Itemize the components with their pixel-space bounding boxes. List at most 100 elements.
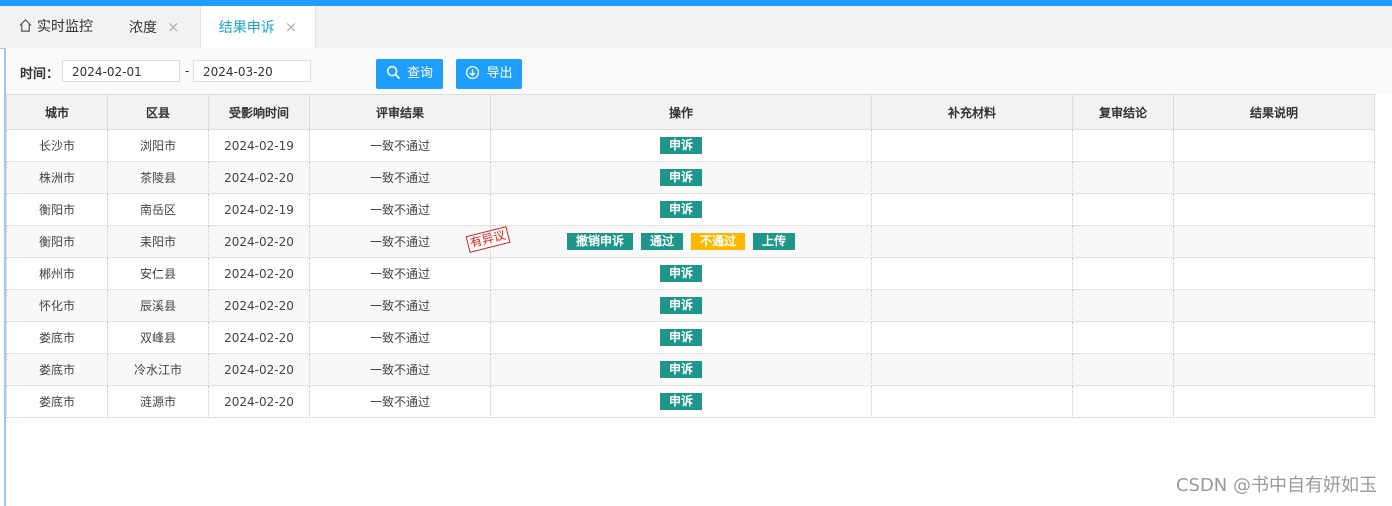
appeal-button[interactable]: 申诉	[659, 169, 702, 186]
column-header-affected-time[interactable]: 受影响时间	[208, 94, 310, 130]
close-icon[interactable]: ×	[167, 18, 180, 36]
city-cell: 衡阳市	[6, 225, 108, 258]
county-cell: 安仁县	[107, 257, 209, 290]
table-row: 娄底市 涟源市 2024-02-20 一致不通过 申诉	[6, 385, 1375, 418]
date-cell: 2024-02-20	[208, 257, 310, 290]
supplementary-cell	[871, 225, 1073, 258]
supplementary-cell	[871, 385, 1073, 418]
tab-label: 浓度	[129, 20, 157, 36]
home-icon	[18, 8, 33, 50]
appeal-button[interactable]: 申诉	[659, 137, 702, 154]
operation-cell: 申诉	[490, 193, 872, 226]
supplementary-cell	[871, 129, 1073, 162]
result-cell: 一致不通过	[309, 193, 491, 226]
content-frame: 时间： 2024-02-01 - 2024-03-20 查询 导出 城市 区县 …	[4, 48, 1392, 506]
tab-label: 实时监控	[37, 19, 93, 35]
appeal-table: 城市 区县 受影响时间 评审结果 操作 补充材料 复审结论 结果说明 长沙市 浏…	[6, 94, 1375, 418]
result-cell: 一致不通过	[309, 385, 491, 418]
city-cell: 娄底市	[6, 353, 108, 386]
table-row: 郴州市 安仁县 2024-02-20 一致不通过 申诉	[6, 257, 1375, 290]
result-cell: 一致不通过	[309, 353, 491, 386]
operation-cell: 有异议 撤销申诉 通过 不通过 上传	[465, 225, 872, 258]
note-cell	[1173, 161, 1375, 194]
result-cell: 一致不通过	[309, 321, 491, 354]
appeal-button[interactable]: 申诉	[659, 361, 702, 378]
county-cell: 浏阳市	[107, 129, 209, 162]
filter-toolbar: 时间： 2024-02-01 - 2024-03-20 查询 导出	[6, 48, 1392, 94]
export-button[interactable]: 导出	[456, 59, 522, 89]
column-header-county[interactable]: 区县	[107, 94, 209, 130]
column-header-city[interactable]: 城市	[6, 94, 108, 130]
note-cell	[1173, 225, 1375, 258]
date-cell: 2024-02-19	[208, 193, 310, 226]
note-cell	[1173, 129, 1375, 162]
appeal-button[interactable]: 申诉	[659, 297, 702, 314]
tab-result-appeal[interactable]: 结果申诉 ×	[200, 6, 316, 49]
table-row: 怀化市 辰溪县 2024-02-20 一致不通过 申诉	[6, 289, 1375, 322]
column-header-operation[interactable]: 操作	[490, 94, 872, 130]
note-cell	[1173, 257, 1375, 290]
supplementary-cell	[871, 353, 1073, 386]
table-row: 株洲市 茶陵县 2024-02-20 一致不通过 申诉	[6, 161, 1375, 194]
column-header-supplementary[interactable]: 补充材料	[871, 94, 1073, 130]
watermark: CSDN @书中自有妍如玉	[1175, 475, 1377, 496]
query-button[interactable]: 查询	[376, 59, 443, 89]
date-cell: 2024-02-20	[208, 353, 310, 386]
recheck-cell	[1072, 161, 1174, 194]
city-cell: 株洲市	[6, 161, 108, 194]
search-icon	[386, 65, 401, 80]
county-cell: 茶陵县	[107, 161, 209, 194]
operation-cell: 申诉	[490, 321, 872, 354]
operation-cell: 申诉	[490, 161, 872, 194]
note-cell	[1173, 321, 1375, 354]
start-date-input[interactable]: 2024-02-01	[62, 60, 180, 82]
city-cell: 长沙市	[6, 129, 108, 162]
county-cell: 南岳区	[107, 193, 209, 226]
supplementary-cell	[871, 257, 1073, 290]
supplementary-cell	[871, 193, 1073, 226]
date-cell: 2024-02-20	[208, 321, 310, 354]
reject-button[interactable]: 不通过	[691, 233, 746, 250]
recheck-cell	[1072, 193, 1174, 226]
table-row: 衡阳市 南岳区 2024-02-19 一致不通过 申诉	[6, 193, 1375, 226]
city-cell: 衡阳市	[6, 193, 108, 226]
note-cell	[1173, 289, 1375, 322]
close-icon[interactable]: ×	[285, 18, 298, 36]
tab-bar: 实时监控 浓度 × 结果申诉 ×	[0, 6, 1392, 49]
date-cell: 2024-02-20	[208, 161, 310, 194]
column-header-review-result[interactable]: 评审结果	[309, 94, 491, 130]
appeal-button[interactable]: 申诉	[659, 201, 702, 218]
tab-realtime-monitor[interactable]: 实时监控	[18, 6, 93, 48]
date-cell: 2024-02-20	[208, 385, 310, 418]
table-row: 长沙市 浏阳市 2024-02-19 一致不通过 申诉	[6, 129, 1375, 162]
result-cell: 一致不通过	[309, 161, 491, 194]
revoke-appeal-button[interactable]: 撤销申诉	[566, 233, 633, 250]
supplementary-cell	[871, 321, 1073, 354]
result-cell: 一致不通过	[309, 129, 491, 162]
recheck-cell	[1072, 289, 1174, 322]
result-cell: 一致不通过	[309, 257, 491, 290]
table-header-row: 城市 区县 受影响时间 评审结果 操作 补充材料 复审结论 结果说明	[6, 94, 1375, 130]
table-row: 娄底市 冷水江市 2024-02-20 一致不通过 申诉	[6, 353, 1375, 386]
column-header-result-note[interactable]: 结果说明	[1173, 94, 1375, 130]
recheck-cell	[1072, 129, 1174, 162]
end-date-input[interactable]: 2024-03-20	[193, 60, 311, 82]
date-cell: 2024-02-20	[208, 225, 310, 258]
county-cell: 涟源市	[107, 385, 209, 418]
tab-concentration[interactable]: 浓度 ×	[129, 6, 180, 48]
note-cell	[1173, 385, 1375, 418]
upload-button[interactable]: 上传	[753, 233, 796, 250]
table-row: 娄底市 双峰县 2024-02-20 一致不通过 申诉	[6, 321, 1375, 354]
recheck-cell	[1072, 385, 1174, 418]
column-header-recheck-conclusion[interactable]: 复审结论	[1072, 94, 1174, 130]
result-cell: 一致不通过	[309, 289, 491, 322]
appeal-button[interactable]: 申诉	[659, 393, 702, 410]
appeal-button[interactable]: 申诉	[659, 265, 702, 282]
operation-cell: 申诉	[490, 289, 872, 322]
pass-button[interactable]: 通过	[640, 233, 683, 250]
result-cell: 一致不通过	[309, 225, 491, 258]
download-icon	[466, 65, 480, 80]
date-separator: -	[185, 64, 190, 78]
export-label: 导出	[486, 66, 513, 81]
appeal-button[interactable]: 申诉	[659, 329, 702, 346]
